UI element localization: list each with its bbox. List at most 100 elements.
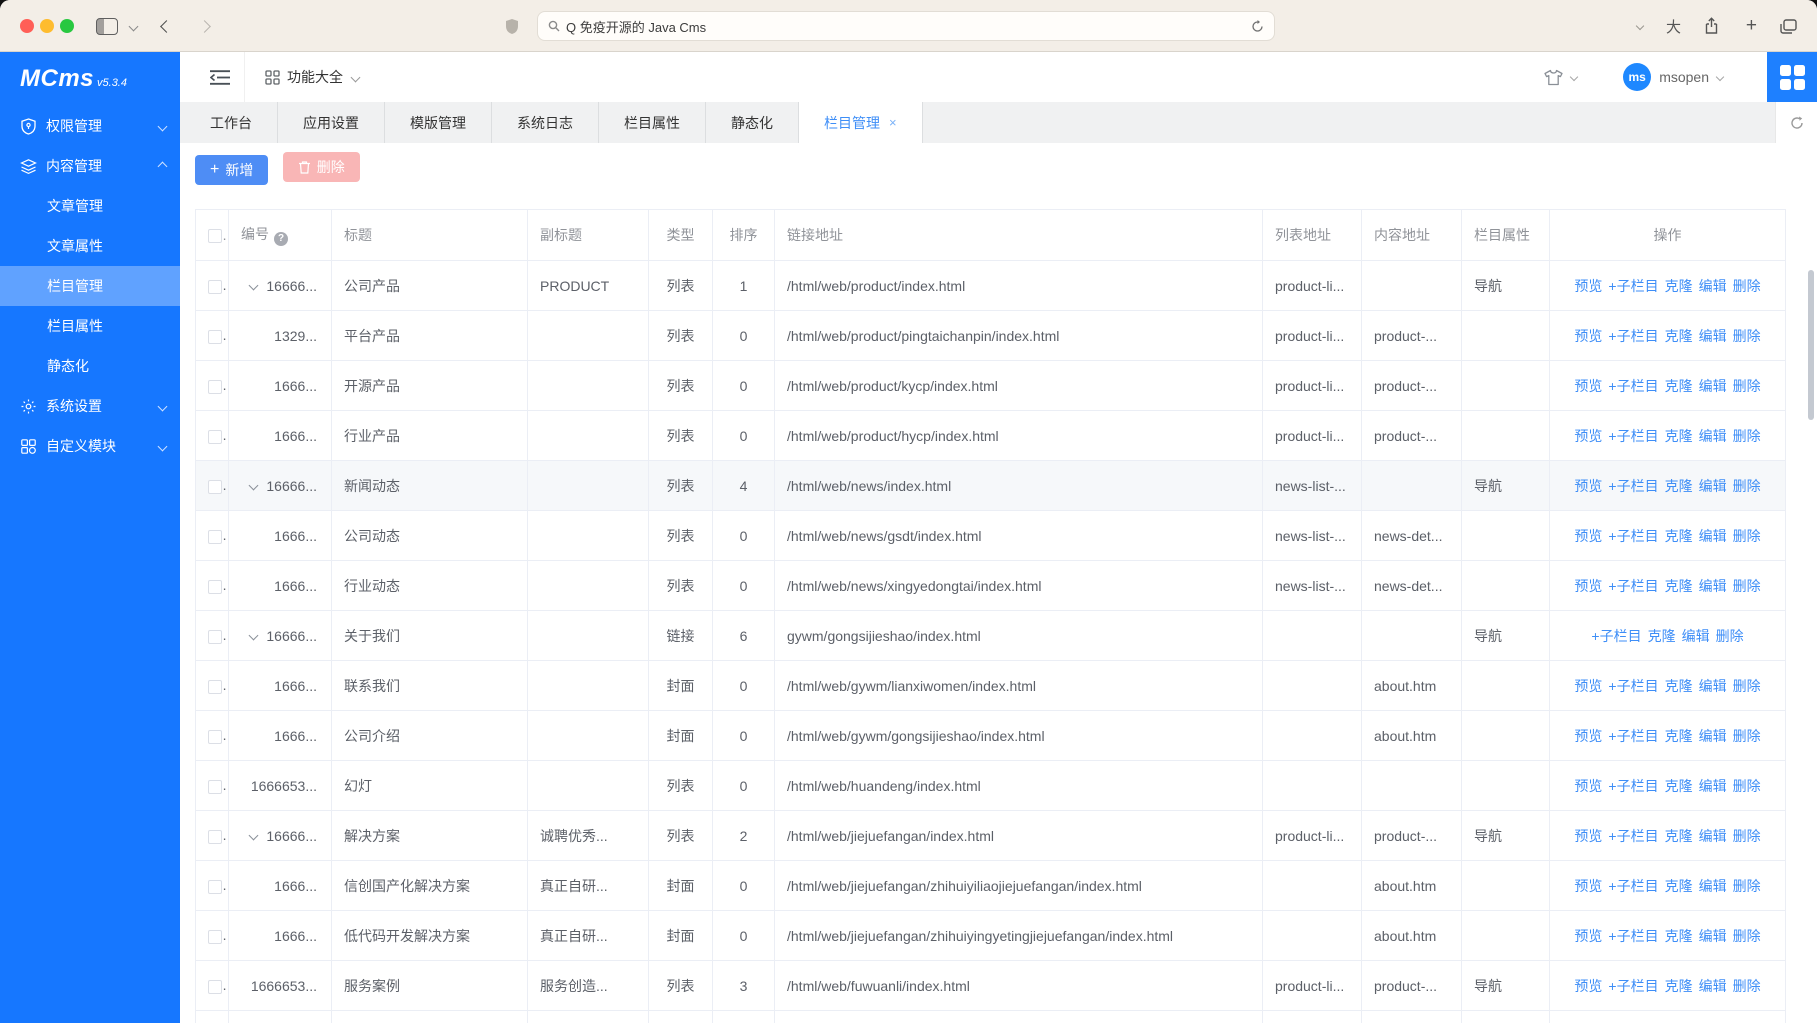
action-link[interactable]: 删除 xyxy=(1733,278,1761,294)
action-link[interactable]: 克隆 xyxy=(1665,778,1693,794)
action-link[interactable]: 克隆 xyxy=(1665,528,1693,544)
minimize-window-button[interactable] xyxy=(40,19,54,33)
action-link[interactable]: 编辑 xyxy=(1699,678,1727,694)
new-tab-icon[interactable]: + xyxy=(1746,0,1757,52)
action-link[interactable]: 删除 xyxy=(1733,978,1761,994)
row-checkbox[interactable] xyxy=(208,480,222,494)
action-link[interactable]: 编辑 xyxy=(1699,778,1727,794)
action-link[interactable]: 预览 xyxy=(1574,478,1602,494)
row-checkbox[interactable] xyxy=(208,280,222,294)
action-link[interactable]: 编辑 xyxy=(1699,278,1727,294)
action-link[interactable]: 预览 xyxy=(1574,978,1602,994)
close-tab-icon[interactable]: × xyxy=(889,115,897,130)
action-link[interactable]: 预览 xyxy=(1574,878,1602,894)
action-link[interactable]: 克隆 xyxy=(1665,928,1693,944)
action-link[interactable]: 编辑 xyxy=(1699,828,1727,844)
action-link[interactable]: +子栏目 xyxy=(1591,628,1641,644)
refresh-tab-icon[interactable] xyxy=(1775,102,1817,143)
scrollbar-thumb[interactable] xyxy=(1808,270,1814,420)
action-link[interactable]: +子栏目 xyxy=(1608,378,1658,394)
action-link[interactable]: 预览 xyxy=(1574,578,1602,594)
delete-button[interactable]: 删除 xyxy=(283,152,360,182)
theme-switcher[interactable] xyxy=(1544,69,1577,86)
expand-chevron-icon[interactable] xyxy=(249,480,259,490)
row-checkbox[interactable] xyxy=(208,630,222,644)
action-link[interactable]: 删除 xyxy=(1733,828,1761,844)
row-checkbox[interactable] xyxy=(208,780,222,794)
row-checkbox[interactable] xyxy=(208,380,222,394)
sidebar-item-column-attributes[interactable]: 栏目属性 xyxy=(0,306,180,346)
action-link[interactable]: +子栏目 xyxy=(1608,278,1658,294)
action-link[interactable]: 编辑 xyxy=(1682,628,1710,644)
action-link[interactable]: 删除 xyxy=(1733,478,1761,494)
tab-column-attributes[interactable]: 栏目属性 xyxy=(599,102,706,143)
privacy-shield-icon[interactable] xyxy=(505,0,519,52)
action-link[interactable]: 预览 xyxy=(1574,378,1602,394)
row-checkbox[interactable] xyxy=(208,530,222,544)
expand-chevron-icon[interactable] xyxy=(249,630,259,640)
tab-system-logs[interactable]: 系统日志 xyxy=(492,102,599,143)
sidebar-item-content[interactable]: 内容管理 xyxy=(0,146,180,186)
action-link[interactable]: 删除 xyxy=(1733,878,1761,894)
address-bar[interactable]: Q 免疫开源的 Java Cms xyxy=(537,11,1275,41)
action-link[interactable]: 克隆 xyxy=(1665,428,1693,444)
action-link[interactable]: 预览 xyxy=(1574,678,1602,694)
row-checkbox[interactable] xyxy=(208,980,222,994)
action-link[interactable]: +子栏目 xyxy=(1608,778,1658,794)
action-link[interactable]: 克隆 xyxy=(1665,678,1693,694)
action-link[interactable]: 编辑 xyxy=(1699,328,1727,344)
action-link[interactable]: +子栏目 xyxy=(1608,928,1658,944)
user-menu[interactable]: ms msopen xyxy=(1623,63,1723,91)
row-checkbox[interactable] xyxy=(208,880,222,894)
action-link[interactable]: 预览 xyxy=(1574,428,1602,444)
tab-column-management[interactable]: 栏目管理 × xyxy=(799,102,923,143)
action-link[interactable]: 克隆 xyxy=(1665,578,1693,594)
action-link[interactable]: +子栏目 xyxy=(1608,428,1658,444)
tab-workbench[interactable]: 工作台 xyxy=(185,102,278,143)
action-link[interactable]: 编辑 xyxy=(1699,978,1727,994)
action-link[interactable]: +子栏目 xyxy=(1608,978,1658,994)
action-link[interactable]: 删除 xyxy=(1733,328,1761,344)
action-link[interactable]: 预览 xyxy=(1574,328,1602,344)
tab-static[interactable]: 静态化 xyxy=(706,102,799,143)
action-link[interactable]: 预览 xyxy=(1574,928,1602,944)
action-link[interactable]: 编辑 xyxy=(1699,728,1727,744)
action-link[interactable]: 克隆 xyxy=(1665,378,1693,394)
action-link[interactable]: +子栏目 xyxy=(1608,478,1658,494)
sidebar-item-static[interactable]: 静态化 xyxy=(0,346,180,386)
action-link[interactable]: 克隆 xyxy=(1665,828,1693,844)
back-button[interactable] xyxy=(162,0,171,52)
tab-template-management[interactable]: 模版管理 xyxy=(385,102,492,143)
all-features-menu[interactable]: 功能大全 xyxy=(265,67,359,87)
sidebar-item-column-management[interactable]: 栏目管理 xyxy=(0,266,180,306)
row-checkbox[interactable] xyxy=(208,730,222,744)
action-link[interactable]: 删除 xyxy=(1716,628,1744,644)
row-checkbox[interactable] xyxy=(208,680,222,694)
action-link[interactable]: 删除 xyxy=(1733,428,1761,444)
action-link[interactable]: 预览 xyxy=(1574,278,1602,294)
action-link[interactable]: +子栏目 xyxy=(1608,878,1658,894)
action-link[interactable]: +子栏目 xyxy=(1608,678,1658,694)
row-checkbox[interactable] xyxy=(208,830,222,844)
action-link[interactable]: 编辑 xyxy=(1699,378,1727,394)
action-link[interactable]: 预览 xyxy=(1574,778,1602,794)
sidebar-toggle-icon[interactable] xyxy=(96,0,118,52)
action-link[interactable]: 克隆 xyxy=(1665,878,1693,894)
help-icon[interactable]: ? xyxy=(274,232,288,246)
action-link[interactable]: 克隆 xyxy=(1648,628,1676,644)
select-all-checkbox[interactable] xyxy=(208,229,222,243)
tab-overview-icon[interactable] xyxy=(1780,0,1797,52)
reload-icon[interactable] xyxy=(1251,20,1264,33)
page-menu-chevron-icon[interactable] xyxy=(1637,0,1643,52)
row-checkbox[interactable] xyxy=(208,580,222,594)
action-link[interactable]: 预览 xyxy=(1574,728,1602,744)
chevron-down-icon[interactable] xyxy=(130,0,137,52)
action-link[interactable]: 删除 xyxy=(1733,578,1761,594)
action-link[interactable]: 编辑 xyxy=(1699,578,1727,594)
tab-app-settings[interactable]: 应用设置 xyxy=(278,102,385,143)
action-link[interactable]: 删除 xyxy=(1733,378,1761,394)
sidebar-item-article-management[interactable]: 文章管理 xyxy=(0,186,180,226)
action-link[interactable]: 编辑 xyxy=(1699,928,1727,944)
action-link[interactable]: 编辑 xyxy=(1699,528,1727,544)
action-link[interactable]: +子栏目 xyxy=(1608,828,1658,844)
